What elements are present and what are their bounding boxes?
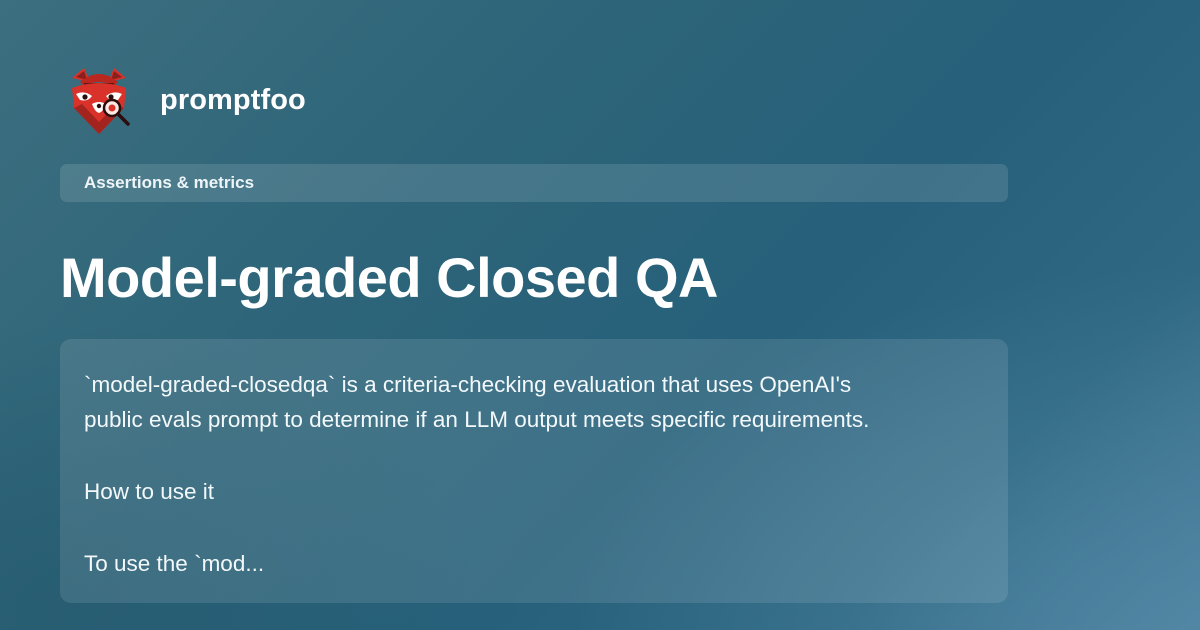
page-title: Model-graded Closed QA	[60, 246, 718, 309]
og-card: { "brand": { "name": "promptfoo", "logo_…	[0, 0, 1200, 630]
red-panda-logo-icon	[72, 68, 130, 134]
description-line: To use the `mod...	[84, 551, 265, 576]
description-subheading: How to use it	[84, 479, 215, 504]
description-line: `model-graded-closedqa` is a criteria-ch…	[84, 372, 852, 397]
category-badge: Assertions & metrics	[60, 164, 1008, 202]
brand: promptfoo	[66, 64, 306, 136]
brand-name: promptfoo	[160, 83, 306, 116]
description-line: public evals prompt to determine if an L…	[84, 407, 870, 432]
category-label: Assertions & metrics	[84, 173, 255, 192]
description-card: `model-graded-closedqa` is a criteria-ch…	[60, 339, 1008, 603]
